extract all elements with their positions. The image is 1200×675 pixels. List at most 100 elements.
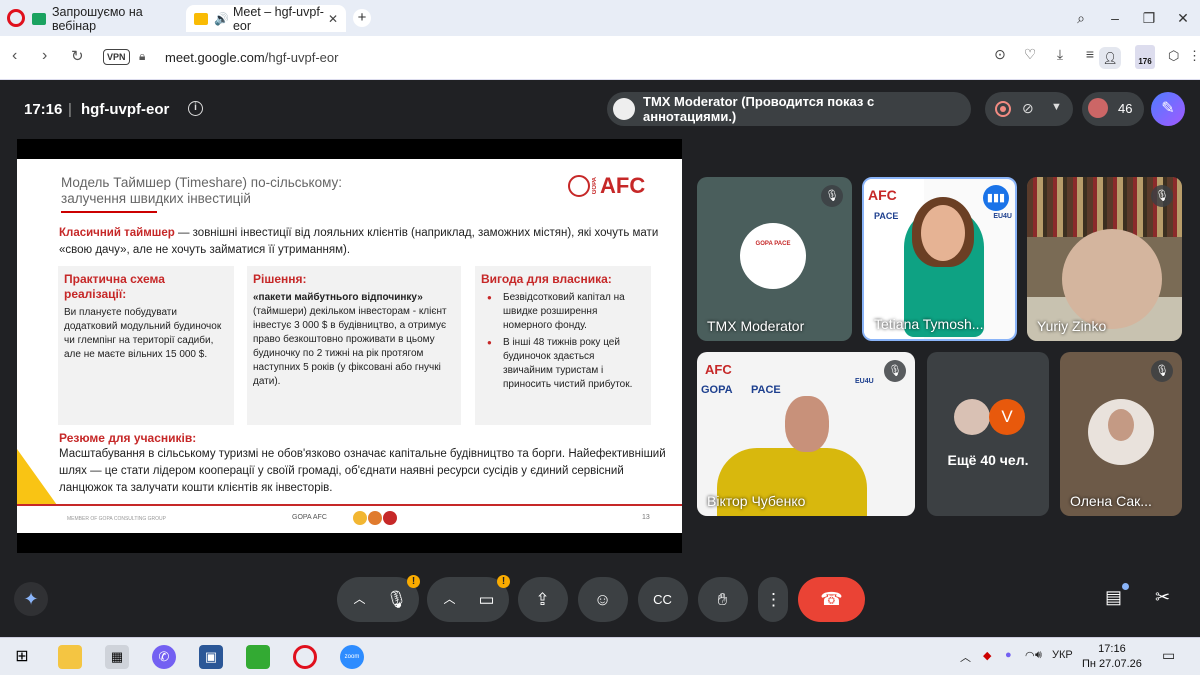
back-icon[interactable]: ‹ (12, 47, 17, 65)
wifi-icon[interactable]: ◠ (1025, 649, 1035, 662)
box-scheme: Практична схема реалізації: Ви плануєте … (58, 266, 234, 425)
gemini-icon[interactable]: ✦ (14, 582, 48, 616)
avatar: GOPA PACE (740, 223, 806, 289)
tab-webinar[interactable]: Запрошуємо на вебінар (32, 5, 182, 33)
camera-icon[interactable]: ⊙ (990, 46, 1010, 63)
profile-icon[interactable]: 👤︎ (1099, 47, 1121, 69)
vpn-badge[interactable]: VPN (103, 49, 130, 65)
opera-icon[interactable] (7, 9, 25, 27)
presentation-banner[interactable]: TMX Moderator (Проводится показ с аннота… (607, 92, 971, 126)
participant-name: TMX Moderator (707, 318, 805, 334)
participant-face (921, 205, 965, 261)
end-call-button[interactable]: ☎︎ (798, 577, 865, 622)
eu4u-logo: EU4U (855, 378, 874, 385)
tools-icon[interactable]: ✂ (1155, 587, 1170, 608)
recording-controls[interactable]: ⊘ ▼ (985, 92, 1073, 126)
system-clock[interactable]: 17:16 Пн 27.07.26 (1082, 642, 1142, 672)
tab-title: Meet – hgf-uvpf-eor (232, 4, 324, 33)
address-bar: ‹ › ↻ VPN 🔒︎ meet.google.com/hgf-uvpf-eo… (0, 36, 1200, 80)
more-icon: ⋮ (765, 590, 782, 609)
chat-icon[interactable]: ▤ (1105, 587, 1122, 608)
info-icon[interactable]: i (188, 101, 203, 116)
tab-bar: Запрошуємо на вебінар 🔊 Meet – hgf-uvpf-… (0, 0, 1200, 36)
footer-line (17, 504, 682, 506)
presenter-text: TMX Moderator (Проводится показ с аннота… (643, 94, 875, 124)
participant-tile[interactable]: AFC GOPA PACE EU4U 🎙︎ Віктор Чубенко (697, 352, 915, 516)
meeting-time: 17:16 (24, 101, 63, 118)
emoji-button[interactable]: ☺ (578, 577, 628, 622)
more-participants-tile[interactable]: V Ещё 40 чел. (927, 352, 1049, 516)
summary-text: Масштабування в сільському туризмі не об… (59, 448, 666, 494)
url-field[interactable]: meet.google.com/hgf-uvpf-eor (165, 50, 338, 65)
window-close-icon[interactable]: ✕ (1166, 10, 1200, 27)
end-call-icon: ☎︎ (820, 589, 843, 609)
notifications-icon[interactable]: ▭ (1162, 647, 1175, 664)
reload-icon[interactable]: ↻ (71, 47, 84, 65)
captions-button[interactable]: CC (638, 577, 688, 622)
volume-icon[interactable]: 🔊︎ (1035, 649, 1042, 662)
summary-title: Резюме для учасників: (59, 431, 197, 445)
warning-icon: ! (497, 575, 510, 588)
taskbar: ⊞ ▦ ✆ ▣ zoom ︿ ◆ ● ◠ 🔊︎ УКР 17:16 Пн 27.… (0, 637, 1200, 675)
address-actions: ⊙ ♡ ⤓ ≡ (990, 46, 1100, 63)
zoom-icon[interactable]: zoom (340, 645, 364, 669)
extensions-icon[interactable]: ⬡ (1168, 48, 1179, 64)
calculator-icon[interactable]: ▦ (105, 645, 129, 669)
extension-badge[interactable]: 176 (1135, 45, 1155, 69)
download-icon[interactable]: ⤓ (1050, 46, 1070, 63)
footer-center: GOPA AFC (292, 514, 327, 521)
avatar (1088, 98, 1108, 118)
file-explorer-icon[interactable] (58, 645, 82, 669)
app-icon[interactable] (246, 645, 270, 669)
forward-icon[interactable]: › (42, 47, 47, 65)
more-options-button[interactable]: ⋮ (758, 577, 788, 622)
windows-icon[interactable]: ⊞ (10, 645, 34, 669)
close-icon[interactable]: ✕ (328, 12, 338, 26)
globe-icon (568, 175, 590, 197)
raise-hand-button[interactable]: ✋︎ (698, 577, 748, 622)
tab-meet[interactable]: 🔊 Meet – hgf-uvpf-eor ✕ (186, 4, 346, 33)
record-icon[interactable] (995, 101, 1011, 117)
window-controls: ⌕ – ❐ ✕ (1064, 0, 1200, 36)
tab-favicon-icon (32, 12, 46, 25)
participant-tile[interactable]: GOPA PACE 🎙︎ TMX Moderator (697, 177, 852, 341)
box-bold: «пакети майбутнього відпочинку» (253, 292, 423, 303)
opera-taskbar-icon[interactable] (293, 645, 317, 669)
participant-face (1062, 229, 1162, 329)
separator: | (68, 101, 72, 118)
minimize-icon[interactable]: – (1098, 10, 1132, 26)
people-button[interactable]: 46 (1082, 92, 1144, 126)
tray-viber-icon[interactable]: ● (1005, 649, 1012, 661)
captions-off-icon[interactable]: ⊘ (1022, 100, 1034, 117)
restore-icon[interactable]: ❐ (1132, 10, 1166, 27)
save-app-icon[interactable]: ▣ (199, 645, 223, 669)
footer-logo-icon (383, 511, 397, 525)
new-tab-icon[interactable]: + (353, 9, 371, 27)
viber-icon[interactable]: ✆ (152, 645, 176, 669)
ai-annotate-icon[interactable]: ✎ (1151, 92, 1185, 126)
wall-logo-pace: PACE (874, 211, 899, 221)
meet-window: 17:16 | hgf-uvpf-eor i TMX Moderator (Пр… (0, 80, 1200, 637)
participant-tile[interactable]: 🎙︎ Олена Сак... (1060, 352, 1182, 516)
language-indicator[interactable]: УКР (1052, 649, 1073, 661)
speaking-icon: ▮▮▮ (983, 185, 1009, 211)
more-icon[interactable]: ⋮ (1188, 48, 1200, 64)
lock-icon[interactable]: 🔒︎ (139, 49, 145, 64)
mic-off-icon: 🎙︎ (1151, 185, 1173, 207)
decor-triangle (17, 449, 57, 505)
chevron-down-icon[interactable]: ▼ (1051, 101, 1062, 113)
search-icon[interactable]: ⌕ (1064, 10, 1098, 27)
speaker-icon[interactable]: 🔊 (214, 12, 229, 26)
tray-chevron-icon[interactable]: ︿ (960, 649, 971, 665)
present-button[interactable]: ⇪ (518, 577, 568, 622)
slide-title: Модель Таймшер (Timeshare) по-сільському… (61, 175, 343, 206)
tray-app-icon[interactable]: ◆ (983, 649, 991, 662)
participant-tile[interactable]: 🎙︎ Yuriy Zinko (1027, 177, 1182, 341)
list-item: В інші 48 тижнів року цей будиночок здає… (487, 336, 645, 392)
menu-icon[interactable]: ≡ (1080, 46, 1100, 63)
participant-tile[interactable]: AFC PACE ▮▮▮ EU4U Tetiana Tymosh... (862, 177, 1017, 341)
present-icon: ⇪ (535, 590, 550, 609)
mic-off-icon: 🎙︎ (884, 360, 906, 382)
footer-logo-icon (353, 511, 367, 525)
heart-icon[interactable]: ♡ (1020, 46, 1040, 63)
